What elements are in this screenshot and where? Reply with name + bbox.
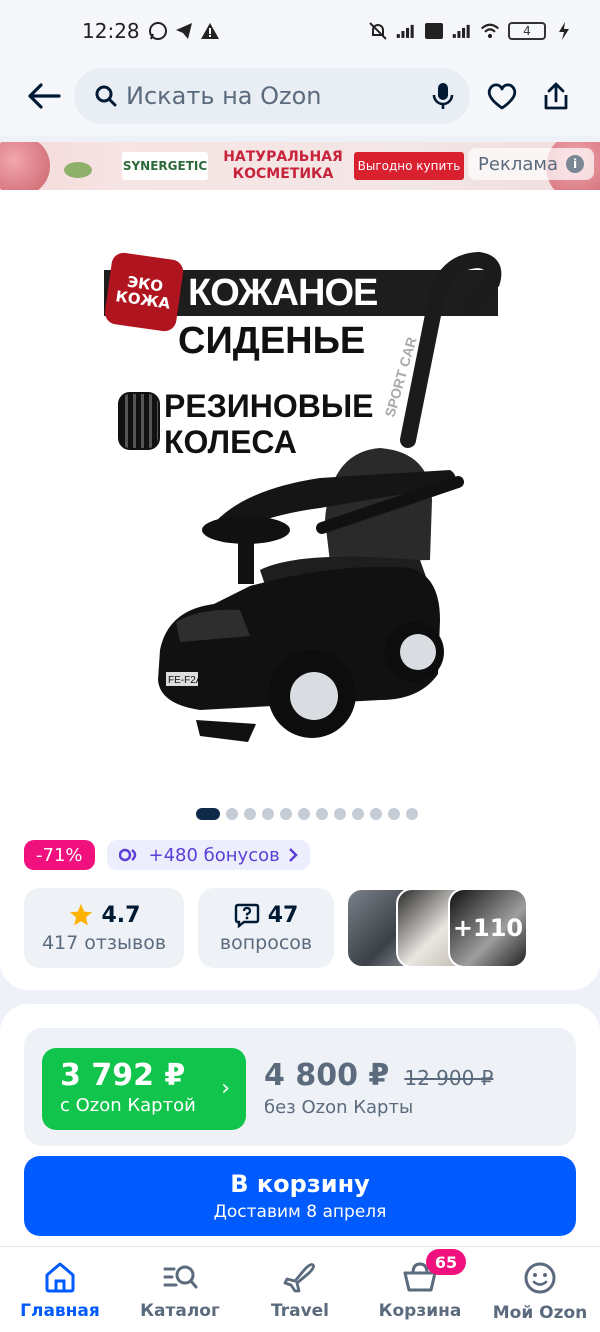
- telegram-icon: [174, 21, 194, 41]
- product-gallery[interactable]: КОЖАНОЕ ЭКО КОЖА СИДЕНЬЕ РЕЗИНОВЫЕ КОЛЕС…: [0, 190, 600, 800]
- arrow-left-icon: [28, 83, 61, 109]
- pagination-dot[interactable]: [226, 808, 238, 820]
- chevron-right-icon: [288, 848, 298, 862]
- charging-icon: [554, 21, 574, 41]
- status-time: 12:28: [82, 19, 140, 43]
- pagination-dot[interactable]: [352, 808, 364, 820]
- ad-banner[interactable]: SYNERGETIC НАТУРАЛЬНАЯ КОСМЕТИКА Выгодно…: [0, 142, 600, 190]
- share-icon: [544, 82, 568, 110]
- pagination-dot[interactable]: [280, 808, 292, 820]
- cart-count-badge: 65: [426, 1249, 466, 1275]
- add-to-cart-label: В корзину: [230, 1170, 370, 1198]
- rating-block[interactable]: 4.7 417 отзывов: [24, 888, 184, 968]
- favorite-button[interactable]: [482, 76, 522, 116]
- svg-text:SPORT CAR: SPORT CAR: [382, 335, 420, 419]
- warning-icon: [200, 21, 220, 41]
- rose-decoration: [0, 142, 50, 190]
- chevron-right-icon: ›: [221, 1076, 230, 1101]
- status-bar: 12:28 4: [0, 0, 600, 62]
- pagination-dot[interactable]: [196, 808, 220, 820]
- reviews-count: 417 отзывов: [41, 932, 167, 954]
- ad-headline: НАТУРАЛЬНАЯ КОСМЕТИКА: [223, 149, 343, 182]
- eco-leather-badge: ЭКО КОЖА: [103, 251, 185, 333]
- promo-line-2: СИДЕНЬЕ: [178, 320, 366, 362]
- promo-line-1: КОЖАНОЕ: [188, 271, 378, 314]
- price-box: 3 792 ₽ с Ozon Картой › 4 800 ₽ 12 900 ₽…: [24, 1028, 576, 1146]
- info-icon: i: [566, 155, 584, 173]
- questions-count: 47: [267, 902, 299, 928]
- pagination-dot[interactable]: [370, 808, 382, 820]
- regular-price-label: без Ozon Карты: [264, 1097, 414, 1118]
- nav-travel[interactable]: Travel: [240, 1247, 360, 1332]
- pagination-dot[interactable]: [334, 808, 346, 820]
- battery-indicator: 4: [508, 22, 546, 40]
- pagination-dot[interactable]: [316, 808, 328, 820]
- pagination-dot[interactable]: [262, 808, 274, 820]
- ozon-card-price[interactable]: 3 792 ₽ с Ozon Картой ›: [42, 1048, 246, 1130]
- bottom-navigation: Главная Каталог Travel 65 Корзина Мой Oz…: [0, 1246, 600, 1332]
- search-icon: [95, 85, 117, 107]
- back-button[interactable]: [24, 76, 64, 116]
- tire-icon: [118, 392, 160, 450]
- nav-profile[interactable]: Мой Ozon: [480, 1247, 600, 1332]
- nav-home[interactable]: Главная: [0, 1247, 120, 1332]
- review-photos[interactable]: +110: [346, 888, 530, 968]
- pagination-dot[interactable]: [298, 808, 310, 820]
- pagination-dot[interactable]: [244, 808, 256, 820]
- home-icon: [45, 1262, 75, 1293]
- discount-badge: -71%: [24, 840, 95, 870]
- product-card: КОЖАНОЕ ЭКО КОЖА СИДЕНЬЕ РЕЗИНОВЫЕ КОЛЕС…: [0, 190, 600, 990]
- ad-cta-button[interactable]: Выгодно купить: [354, 152, 464, 180]
- signal-icon: [396, 21, 416, 41]
- question-icon: [234, 903, 259, 928]
- heart-icon: [487, 83, 517, 110]
- signal-2-icon: [452, 21, 472, 41]
- svg-text:FE-F2A: FE-F2A: [168, 675, 203, 686]
- review-photo[interactable]: +110: [448, 888, 528, 968]
- wifi-icon: [480, 21, 500, 41]
- profile-icon: [524, 1262, 556, 1294]
- gallery-pagination: [196, 808, 418, 820]
- more-photos-count: +110: [450, 890, 526, 966]
- bonus-badge[interactable]: +480 бонусов: [106, 840, 310, 870]
- app-header: Искать на Ozon: [0, 62, 600, 136]
- regular-price-value: 4 800 ₽: [264, 1058, 390, 1093]
- rating-value: 4.7: [101, 902, 141, 928]
- ad-brand: SYNERGETIC: [122, 152, 208, 180]
- questions-label: вопросов: [219, 932, 313, 954]
- mute-icon: [368, 21, 388, 41]
- delivery-date: Доставим 8 апреля: [213, 1202, 387, 1222]
- share-button[interactable]: [536, 76, 576, 116]
- nav-cart[interactable]: 65 Корзина: [360, 1247, 480, 1332]
- regular-price: 4 800 ₽ 12 900 ₽ без Ozon Карты: [264, 1058, 493, 1118]
- ad-tag[interactable]: Реклама i: [468, 148, 594, 180]
- whatsapp-icon: [148, 21, 168, 41]
- questions-block[interactable]: 47 вопросов: [198, 888, 334, 968]
- nav-catalog[interactable]: Каталог: [120, 1247, 240, 1332]
- microphone-icon[interactable]: [432, 81, 454, 111]
- catalog-icon: [163, 1265, 198, 1289]
- ozon-points-icon: [118, 848, 136, 862]
- card-price-label: с Ozon Картой: [60, 1095, 196, 1116]
- volte-icon: [424, 21, 444, 41]
- search-input[interactable]: Искать на Ozon: [74, 68, 470, 124]
- star-icon: [69, 904, 92, 926]
- promo-lines-3-4: РЕЗИНОВЫЕ КОЛЕСА: [164, 388, 374, 460]
- pagination-dot[interactable]: [388, 808, 400, 820]
- add-to-cart-button[interactable]: В корзину Доставим 8 апреля: [24, 1156, 576, 1236]
- pagination-dot[interactable]: [406, 808, 418, 820]
- card-price-value: 3 792 ₽: [60, 1058, 186, 1093]
- search-placeholder: Искать на Ozon: [126, 82, 322, 110]
- old-price-value: 12 900 ₽: [404, 1066, 494, 1090]
- plane-icon: [283, 1263, 315, 1293]
